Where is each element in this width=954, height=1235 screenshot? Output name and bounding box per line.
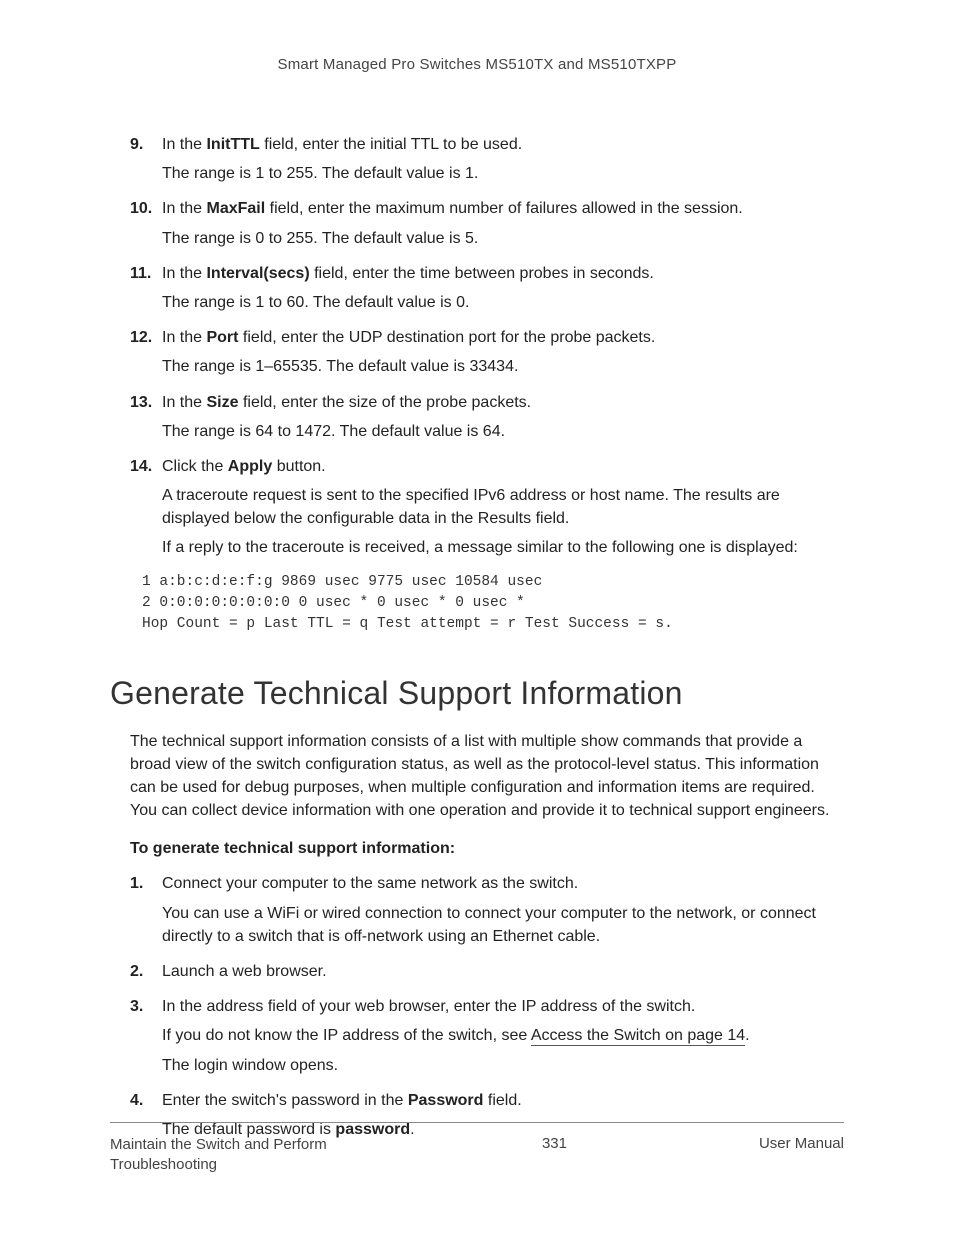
section-intro: The technical support information consis… [130,730,844,823]
bold-text: Password [408,1092,484,1109]
step-paragraph: Click the Apply button. [162,455,844,478]
step-item: 4. Enter the switch's password in the Pas… [130,1089,844,1141]
step-item: 9. In the InitTTL field, enter the initia… [130,133,844,185]
step-paragraph: If a reply to the traceroute is received… [162,536,844,559]
footer-right: User Manual [759,1135,844,1152]
bold-text: Interval(secs) [206,265,309,282]
step-body: Enter the switch's password in the Passw… [162,1089,844,1141]
footer: Maintain the Switch and Perform Troubles… [110,1135,844,1176]
footer-left: Maintain the Switch and Perform Troubles… [110,1135,350,1176]
step-number: 4. [130,1089,143,1112]
step-item: 1. Connect your computer to the same netw… [130,872,844,948]
section-subhead: To generate technical support informatio… [130,840,844,858]
step-number: 9. [130,133,143,156]
page-number: 331 [542,1135,567,1152]
step-number: 1. [130,872,143,895]
cross-reference-link[interactable]: Access the Switch on page 14 [531,1027,745,1046]
step-item: 12. In the Port field, enter the UDP dest… [130,326,844,378]
step-item: 14. Click the Apply button. A traceroute r… [130,455,844,560]
step-number: 11. [130,262,151,285]
step-paragraph: Connect your computer to the same networ… [162,872,844,895]
step-paragraph: Launch a web browser. [162,960,844,983]
step-number: 14. [130,455,152,478]
step-body: In the MaxFail field, enter the maximum … [162,197,844,249]
step-body: In the Size field, enter the size of the… [162,391,844,443]
step-paragraph: The range is 1–65535. The default value … [162,355,844,378]
code-block: 1 a:b:c:d:e:f:g 9869 usec 9775 usec 1058… [142,572,844,635]
step-paragraph: In the InitTTL field, enter the initial … [162,133,844,156]
step-item: 13. In the Size field, enter the size of … [130,391,844,443]
step-body: Click the Apply button. A traceroute requ… [162,455,844,560]
page: Smart Managed Pro Switches MS510TX and M… [0,0,954,1235]
step-number: 2. [130,960,143,983]
step-paragraph: The range is 1 to 255. The default value… [162,162,844,185]
step-paragraph: You can use a WiFi or wired connection t… [162,902,844,948]
step-paragraph: In the Interval(secs) field, enter the t… [162,262,844,285]
section-heading: Generate Technical Support Information [110,675,844,712]
step-paragraph: In the address field of your web browser… [162,995,844,1018]
step-paragraph: The range is 1 to 60. The default value … [162,291,844,314]
step-paragraph: If you do not know the IP address of the… [162,1024,844,1047]
bold-text: InitTTL [206,136,259,153]
step-paragraph: The login window opens. [162,1054,844,1077]
step-body: In the Interval(secs) field, enter the t… [162,262,844,314]
running-header: Smart Managed Pro Switches MS510TX and M… [110,56,844,73]
step-body: In the Port field, enter the UDP destina… [162,326,844,378]
bold-text: Size [206,394,238,411]
step-item: 2. Launch a web browser. [130,960,844,983]
step-body: Launch a web browser. [162,960,844,983]
step-paragraph: A traceroute request is sent to the spec… [162,484,844,530]
bold-text: Port [206,329,238,346]
step-paragraph: In the MaxFail field, enter the maximum … [162,197,844,220]
step-paragraph: Enter the switch's password in the Passw… [162,1089,844,1112]
bold-text: MaxFail [206,200,265,217]
step-item: 11. In the Interval(secs) field, enter th… [130,262,844,314]
bold-text: Apply [228,458,272,475]
step-number: 13. [130,391,152,414]
footer-rule [110,1122,844,1123]
step-list-bottom: 1. Connect your computer to the same netw… [130,872,844,1141]
step-body: In the InitTTL field, enter the initial … [162,133,844,185]
step-paragraph: In the Port field, enter the UDP destina… [162,326,844,349]
step-item: 3. In the address field of your web brows… [130,995,844,1077]
step-paragraph: The range is 64 to 1472. The default val… [162,420,844,443]
step-number: 3. [130,995,143,1018]
step-paragraph: The range is 0 to 255. The default value… [162,227,844,250]
step-number: 12. [130,326,152,349]
step-paragraph: In the Size field, enter the size of the… [162,391,844,414]
step-list-top: 9. In the InitTTL field, enter the initia… [130,133,844,560]
step-number: 10. [130,197,152,220]
step-body: In the address field of your web browser… [162,995,844,1077]
step-item: 10. In the MaxFail field, enter the maxim… [130,197,844,249]
step-body: Connect your computer to the same networ… [162,872,844,948]
